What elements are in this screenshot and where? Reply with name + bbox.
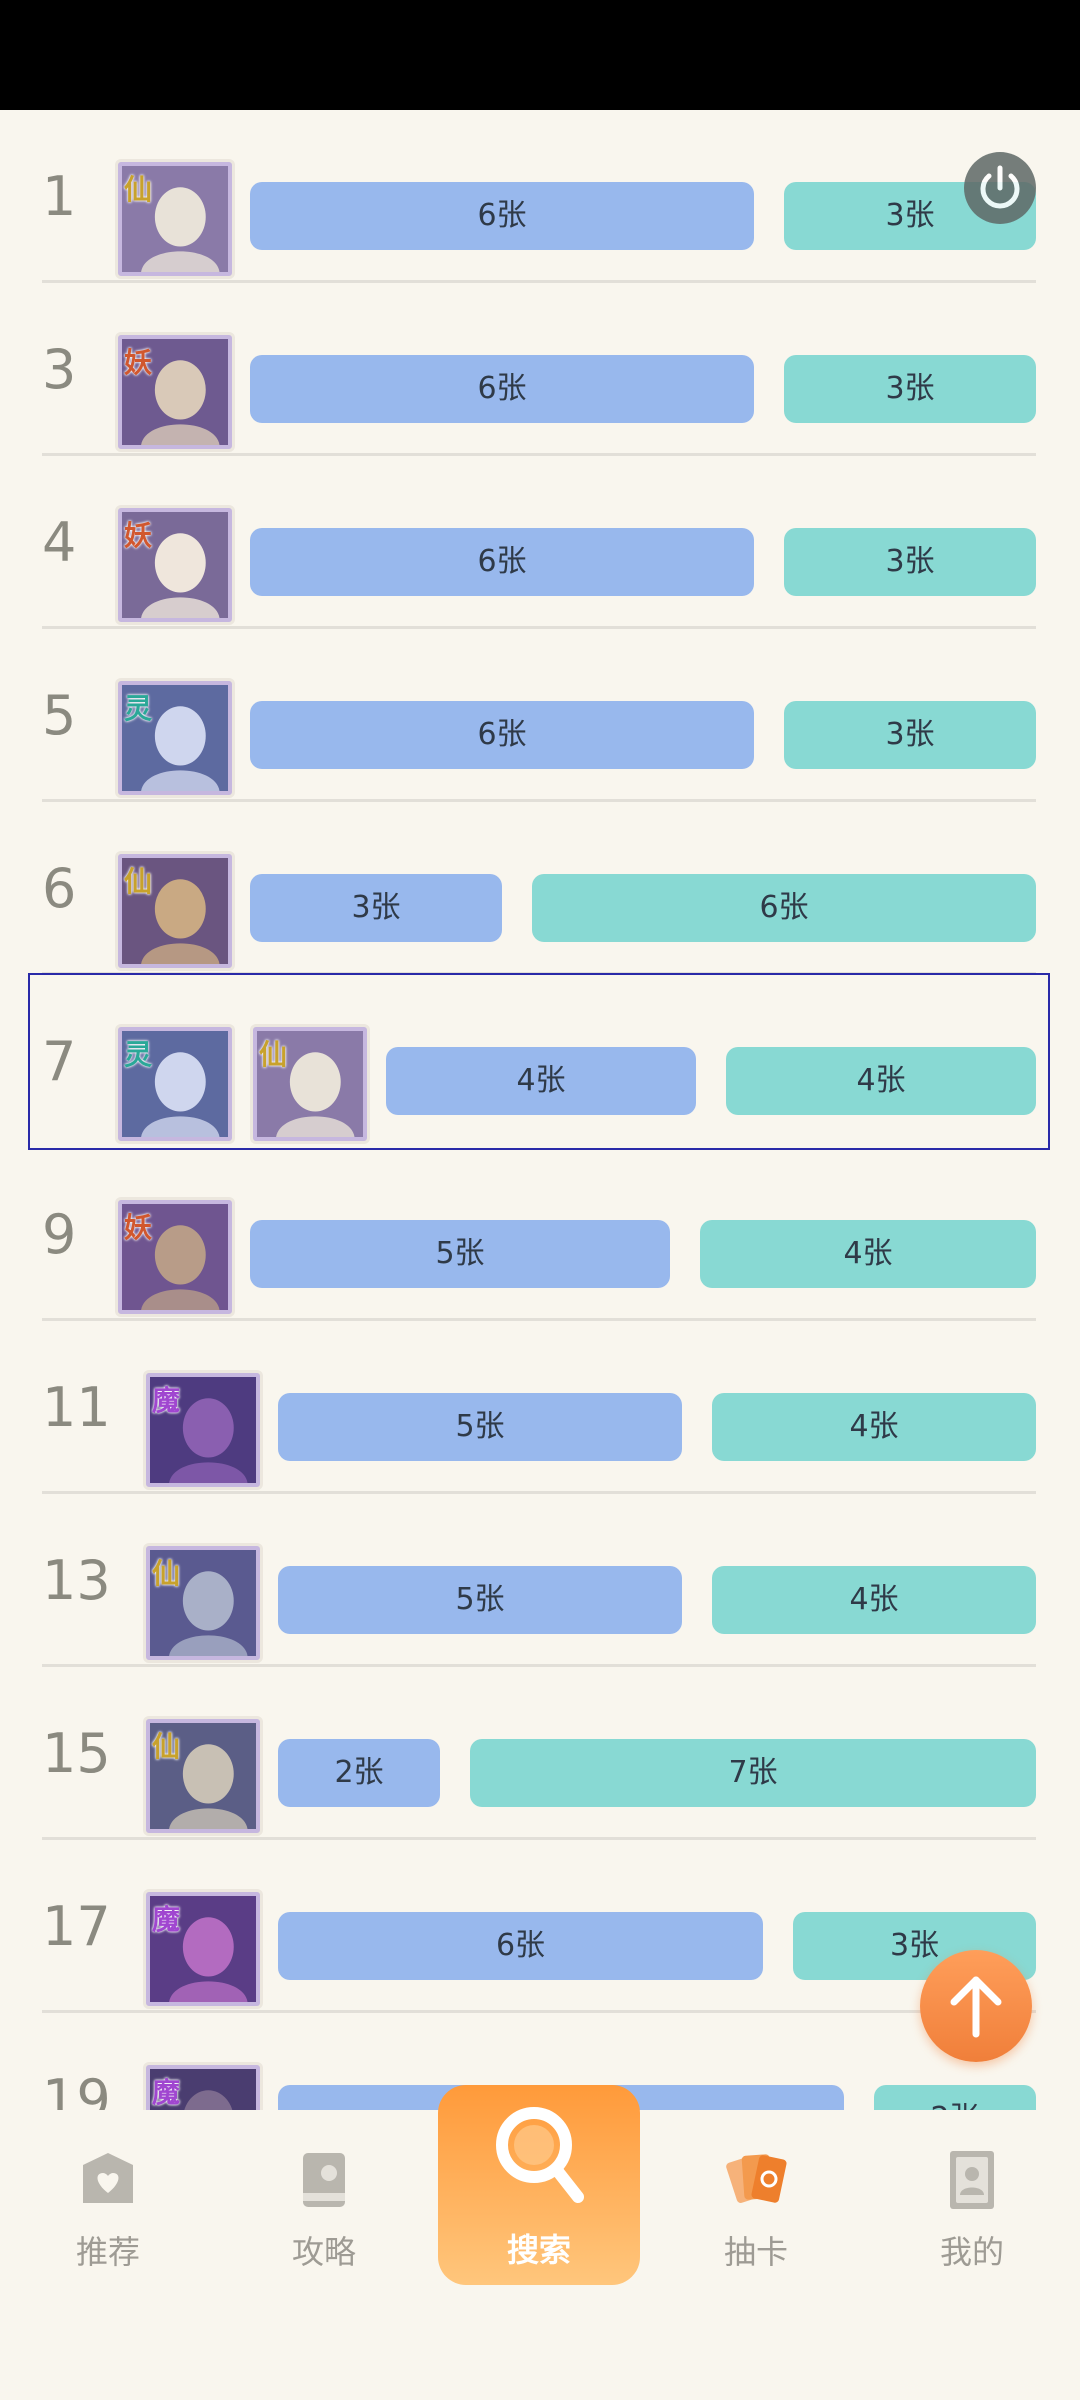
faction-tag: 仙 (152, 1730, 181, 1763)
character-avatar[interactable]: 魔 (146, 1373, 260, 1487)
faction-tag: 仙 (124, 865, 153, 898)
power-button[interactable] (964, 152, 1036, 224)
power-icon (980, 165, 1020, 209)
character-avatar[interactable]: 妖 (118, 508, 232, 622)
bar-first: 2张 (278, 1739, 440, 1807)
bar-second: 3张 (784, 701, 1036, 769)
list-row[interactable]: 3 妖 6张 3张 (0, 283, 1080, 456)
bar-first: 5张 (278, 1393, 682, 1461)
bar-first: 6张 (250, 355, 754, 423)
faction-tag: 妖 (124, 346, 153, 379)
character-avatar[interactable]: 妖 (118, 1200, 232, 1314)
nav-gacha[interactable]: 抽卡 (681, 2145, 831, 2273)
profile-icon (937, 2145, 1007, 2215)
faction-tag: 妖 (124, 519, 153, 552)
rank-number: 5 (42, 684, 77, 747)
bar-second: 7张 (470, 1739, 1036, 1807)
rank-number: 4 (42, 511, 77, 574)
search-button[interactable]: 搜索 (438, 2085, 640, 2285)
list-row[interactable]: 13 仙 5张 4张 (0, 1494, 1080, 1667)
nav-recommend[interactable]: 推荐 (33, 2145, 183, 2273)
character-avatar[interactable]: 魔 (146, 1892, 260, 2006)
list-row[interactable]: 11 魔 5张 4张 (0, 1321, 1080, 1494)
nav-label: 抽卡 (723, 2233, 788, 2271)
heart-book-icon (73, 2145, 143, 2215)
character-avatar[interactable]: 仙 (118, 162, 232, 276)
rank-number: 11 (42, 1376, 111, 1439)
scroll-top-button[interactable] (920, 1950, 1032, 2062)
bar-first: 5张 (250, 1220, 670, 1288)
search-label: 搜索 (506, 2231, 571, 2269)
character-avatar[interactable]: 妖 (118, 335, 232, 449)
list-row[interactable]: 15 仙 2张 7张 (0, 1667, 1080, 1840)
bar-second: 3张 (784, 528, 1036, 596)
faction-tag: 魔 (152, 2076, 181, 2109)
search-icon (496, 2107, 584, 2203)
rank-number: 15 (42, 1722, 111, 1785)
nav-label: 推荐 (75, 2233, 140, 2271)
bar-first: 6张 (250, 182, 754, 250)
list-row[interactable]: 17 魔 6张 3张 (0, 1840, 1080, 2013)
list-row[interactable]: 4 妖 6张 3张 (0, 456, 1080, 629)
character-avatar[interactable]: 仙 (146, 1546, 260, 1660)
arrow-up-icon (950, 1976, 1002, 2038)
highlight-box (28, 973, 1050, 1150)
nav-label: 我的 (939, 2233, 1004, 2271)
bar-first: 6张 (250, 528, 754, 596)
bar-first: 3张 (250, 874, 502, 942)
bar-second: 6张 (532, 874, 1036, 942)
bar-second: 3张 (784, 355, 1036, 423)
character-avatar[interactable]: 仙 (118, 854, 232, 968)
faction-tag: 灵 (124, 692, 153, 725)
rank-number: 17 (42, 1895, 111, 1958)
character-avatar[interactable]: 灵 (118, 681, 232, 795)
nav-label: 攻略 (291, 2233, 356, 2271)
guide-book-icon (289, 2145, 359, 2215)
card-ranking-list[interactable]: 1 仙 6张 3张 3 妖 6张 3张 4 妖 6张 3张 5 灵 6张 3张 6 仙 3张 6张 7 灵仙 4张 4张 9 妖 5… (0, 110, 1080, 2110)
rank-number: 13 (42, 1549, 111, 1612)
bar-first: 6张 (278, 1912, 763, 1980)
faction-tag: 妖 (124, 1211, 153, 1244)
faction-tag: 仙 (152, 1557, 181, 1590)
bar-first: 5张 (278, 1566, 682, 1634)
nav-mine[interactable]: 我的 (897, 2145, 1047, 2273)
list-row[interactable]: 5 灵 6张 3张 (0, 629, 1080, 802)
faction-tag: 魔 (152, 1903, 181, 1936)
nav-guide[interactable]: 攻略 (249, 2145, 399, 2273)
list-row[interactable]: 1 仙 6张 3张 (0, 110, 1080, 283)
bar-first: 6张 (250, 701, 754, 769)
rank-number: 6 (42, 857, 77, 920)
list-row[interactable]: 9 妖 5张 4张 (0, 1148, 1080, 1321)
status-bar (0, 0, 1080, 110)
bar-second: 4张 (712, 1566, 1036, 1634)
character-avatar[interactable]: 仙 (146, 1719, 260, 1833)
rank-number: 9 (42, 1203, 77, 1266)
faction-tag: 魔 (152, 1384, 181, 1417)
rank-number: 1 (42, 165, 77, 228)
rank-number: 19 (42, 2068, 111, 2110)
bar-second: 4张 (700, 1220, 1036, 1288)
rank-number: 3 (42, 338, 77, 401)
bar-second: 4张 (712, 1393, 1036, 1461)
faction-tag: 仙 (124, 173, 153, 206)
character-avatar[interactable]: 魔 (146, 2065, 260, 2110)
bar-second: 2张 (874, 2085, 1036, 2110)
cards-icon (721, 2145, 791, 2215)
list-row[interactable]: 6 仙 3张 6张 (0, 802, 1080, 975)
